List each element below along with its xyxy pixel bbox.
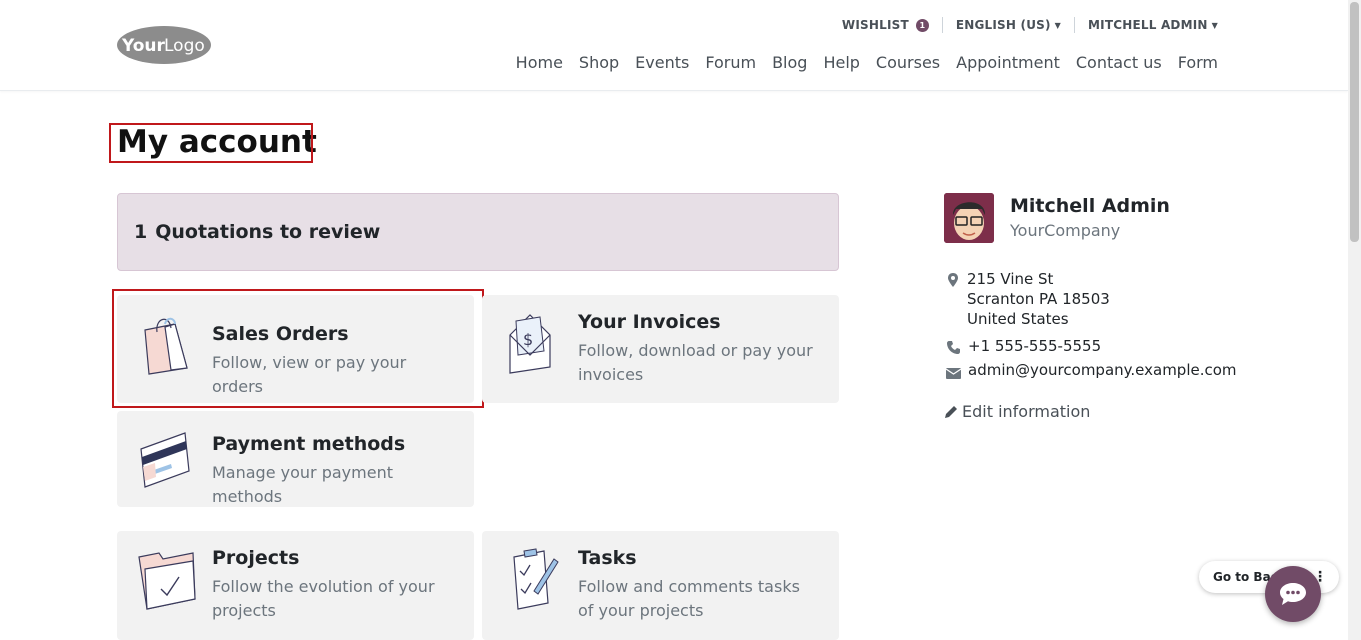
site-header: Your Logo WISHLIST 1 ENGLISH (US) ▼ MITC…: [0, 0, 1348, 91]
nav-forum[interactable]: Forum: [705, 53, 756, 72]
pencil-icon: [944, 405, 958, 419]
top-utility-bar: WISHLIST 1 ENGLISH (US) ▼ MITCHELL ADMIN…: [842, 17, 1218, 33]
nav-appointment[interactable]: Appointment: [956, 53, 1060, 72]
profile-name: Mitchell Admin: [1010, 195, 1170, 217]
profile-email: admin@yourcompany.example.com: [968, 361, 1237, 379]
edit-information-link[interactable]: Edit information: [944, 402, 1090, 421]
avatar: [944, 193, 994, 243]
quotations-label: Quotations to review: [155, 221, 381, 243]
profile-company: YourCompany: [1010, 221, 1121, 240]
svg-text:Logo: Logo: [164, 36, 205, 56]
profile-phone: +1 555-555-5555: [968, 337, 1102, 355]
invoices-desc: Follow, download or pay your invoices: [578, 341, 813, 384]
title-highlight-box: [109, 123, 313, 163]
wishlist-label: WISHLIST: [841, 18, 909, 32]
invoices-title: Your Invoices: [578, 311, 721, 333]
language-label: ENGLISH (US): [955, 18, 1051, 32]
svg-text:Your: Your: [121, 36, 166, 56]
nav-help[interactable]: Help: [823, 53, 859, 72]
nav-shop[interactable]: Shop: [579, 53, 619, 72]
phone-icon: [947, 339, 960, 358]
caret-down-icon: ▼: [1054, 20, 1062, 30]
scrollbar-thumb[interactable]: [1350, 2, 1359, 242]
payment-methods-desc: Manage your payment methods: [212, 463, 393, 506]
wishlist-link[interactable]: WISHLIST 1: [842, 18, 929, 32]
address-line-2: Scranton PA 18503: [967, 290, 1110, 308]
tasks-desc: Follow and comments tasks of your projec…: [578, 577, 800, 620]
projects-title: Projects: [212, 547, 300, 569]
nav-blog[interactable]: Blog: [772, 53, 807, 72]
project-folder-icon: [135, 547, 196, 611]
nav-form[interactable]: Form: [1178, 53, 1218, 72]
payment-methods-title: Payment methods: [212, 433, 406, 455]
envelope-icon: [945, 364, 962, 383]
quotations-alert[interactable]: 1 Quotations to review: [117, 193, 839, 271]
logo-icon[interactable]: Your Logo: [116, 25, 212, 65]
nav-home[interactable]: Home: [516, 53, 563, 72]
main-nav: Home Shop Events Forum Blog Help Courses…: [500, 53, 1218, 72]
tasks-card[interactable]: Tasks Follow and comments tasks of your …: [482, 531, 839, 640]
projects-desc: Follow the evolution of your projects: [212, 577, 435, 620]
edit-information-label: Edit information: [962, 402, 1091, 421]
page-scrollbar[interactable]: [1348, 0, 1361, 640]
language-dropdown[interactable]: ENGLISH (US) ▼: [956, 18, 1061, 32]
nav-contact-us[interactable]: Contact us: [1076, 53, 1162, 72]
caret-down-icon: ▼: [1211, 20, 1218, 30]
divider: [1074, 17, 1076, 33]
divider: [941, 17, 943, 33]
user-dropdown[interactable]: MITCHELL ADMIN ▼: [1088, 18, 1218, 32]
user-label: MITCHELL ADMIN: [1088, 18, 1208, 32]
address-line-1: 215 Vine St: [967, 270, 1054, 288]
wishlist-count-badge: 1: [915, 18, 929, 32]
map-marker-icon: [948, 272, 958, 291]
quotations-count: 1: [134, 221, 148, 243]
nav-events[interactable]: Events: [635, 53, 689, 72]
projects-card[interactable]: Projects Follow the evolution of your pr…: [117, 531, 474, 640]
invoices-card[interactable]: $ Your Invoices Follow, download or pay …: [482, 295, 839, 403]
credit-card-icon: [135, 427, 193, 491]
address-line-3: United States: [967, 310, 1069, 328]
tasks-title: Tasks: [578, 547, 637, 569]
payment-methods-card[interactable]: Payment methods Manage your payment meth…: [117, 411, 474, 507]
invoice-envelope-icon: $: [506, 311, 564, 375]
nav-courses[interactable]: Courses: [876, 53, 940, 72]
task-checklist-icon: [510, 545, 568, 610]
chat-bubble-icon[interactable]: [1265, 566, 1321, 622]
sales-orders-highlight-box: [112, 289, 484, 408]
svg-text:$: $: [523, 330, 533, 349]
